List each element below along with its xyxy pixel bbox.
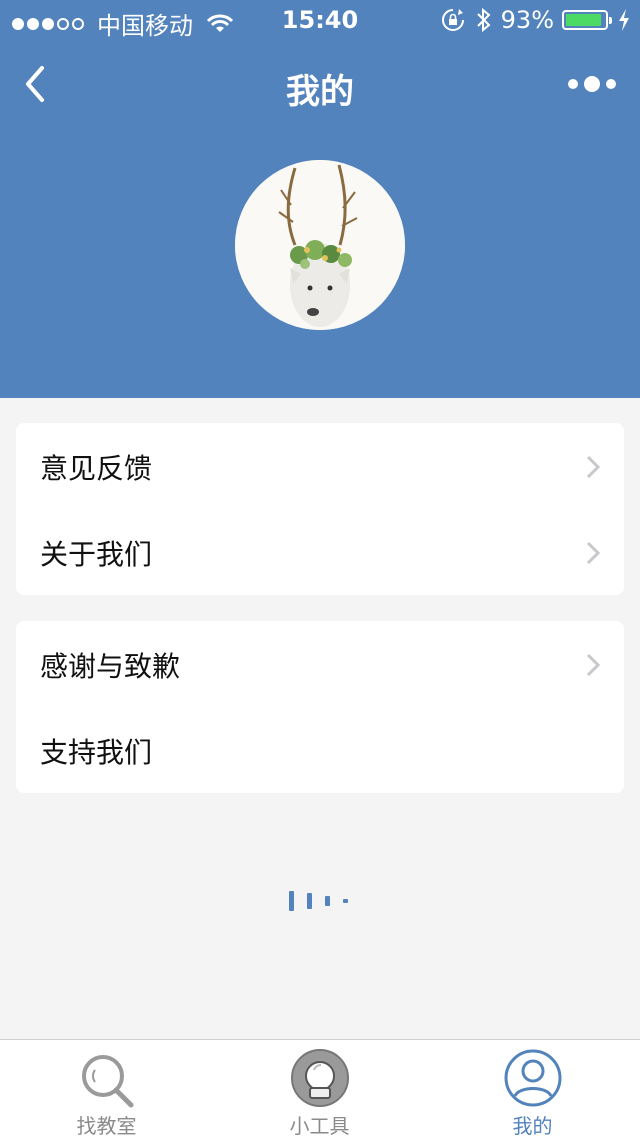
chevron-right-icon	[586, 455, 600, 479]
menu-item-feedback[interactable]: 意见反馈	[16, 423, 624, 509]
battery-percent: 93%	[500, 6, 554, 34]
menu-item-about-us[interactable]: 关于我们	[16, 509, 624, 595]
menu-item-label: 意见反馈	[40, 452, 153, 485]
profile-header: 中国移动 15:40 93% 我的	[0, 0, 640, 398]
menu-group-feedback: 意见反馈 关于我们	[16, 423, 624, 595]
tools-icon	[291, 1049, 349, 1107]
more-options-button[interactable]	[562, 76, 616, 92]
status-bar: 中国移动 15:40 93%	[0, 0, 640, 40]
tab-label: 我的	[512, 1114, 553, 1136]
rotation-lock-icon	[441, 9, 464, 31]
search-icon	[82, 1055, 134, 1108]
deer-avatar-image	[235, 160, 405, 330]
user-icon	[504, 1049, 562, 1107]
tab-find-classroom[interactable]: 找教室	[0, 1040, 213, 1136]
tab-label: 小工具	[289, 1114, 350, 1136]
bluetooth-icon	[476, 7, 491, 33]
chevron-right-icon	[586, 653, 600, 677]
chevron-right-icon	[586, 541, 600, 565]
avatar[interactable]	[235, 160, 405, 330]
menu-item-label: 关于我们	[40, 538, 153, 571]
charging-icon	[619, 9, 629, 31]
tab-bar: 找教室 小工具 我的	[0, 1039, 640, 1136]
nav-bar: 我的	[0, 50, 640, 116]
tab-label: 找教室	[76, 1114, 137, 1136]
menu-item-thanks-apology[interactable]: 感谢与致歉	[16, 621, 624, 707]
loading-indicator	[289, 889, 361, 913]
battery-fill	[566, 14, 602, 26]
menu-item-label: 感谢与致歉	[40, 650, 181, 683]
tab-tools[interactable]: 小工具	[213, 1040, 426, 1136]
battery-icon	[562, 10, 612, 30]
menu-item-support-us[interactable]: 支持我们	[16, 707, 624, 793]
menu-item-label: 支持我们	[40, 736, 153, 769]
menu-group-thanks: 感谢与致歉 支持我们	[16, 621, 624, 793]
page-title: 我的	[286, 72, 354, 112]
tab-mine[interactable]: 我的	[426, 1040, 639, 1136]
